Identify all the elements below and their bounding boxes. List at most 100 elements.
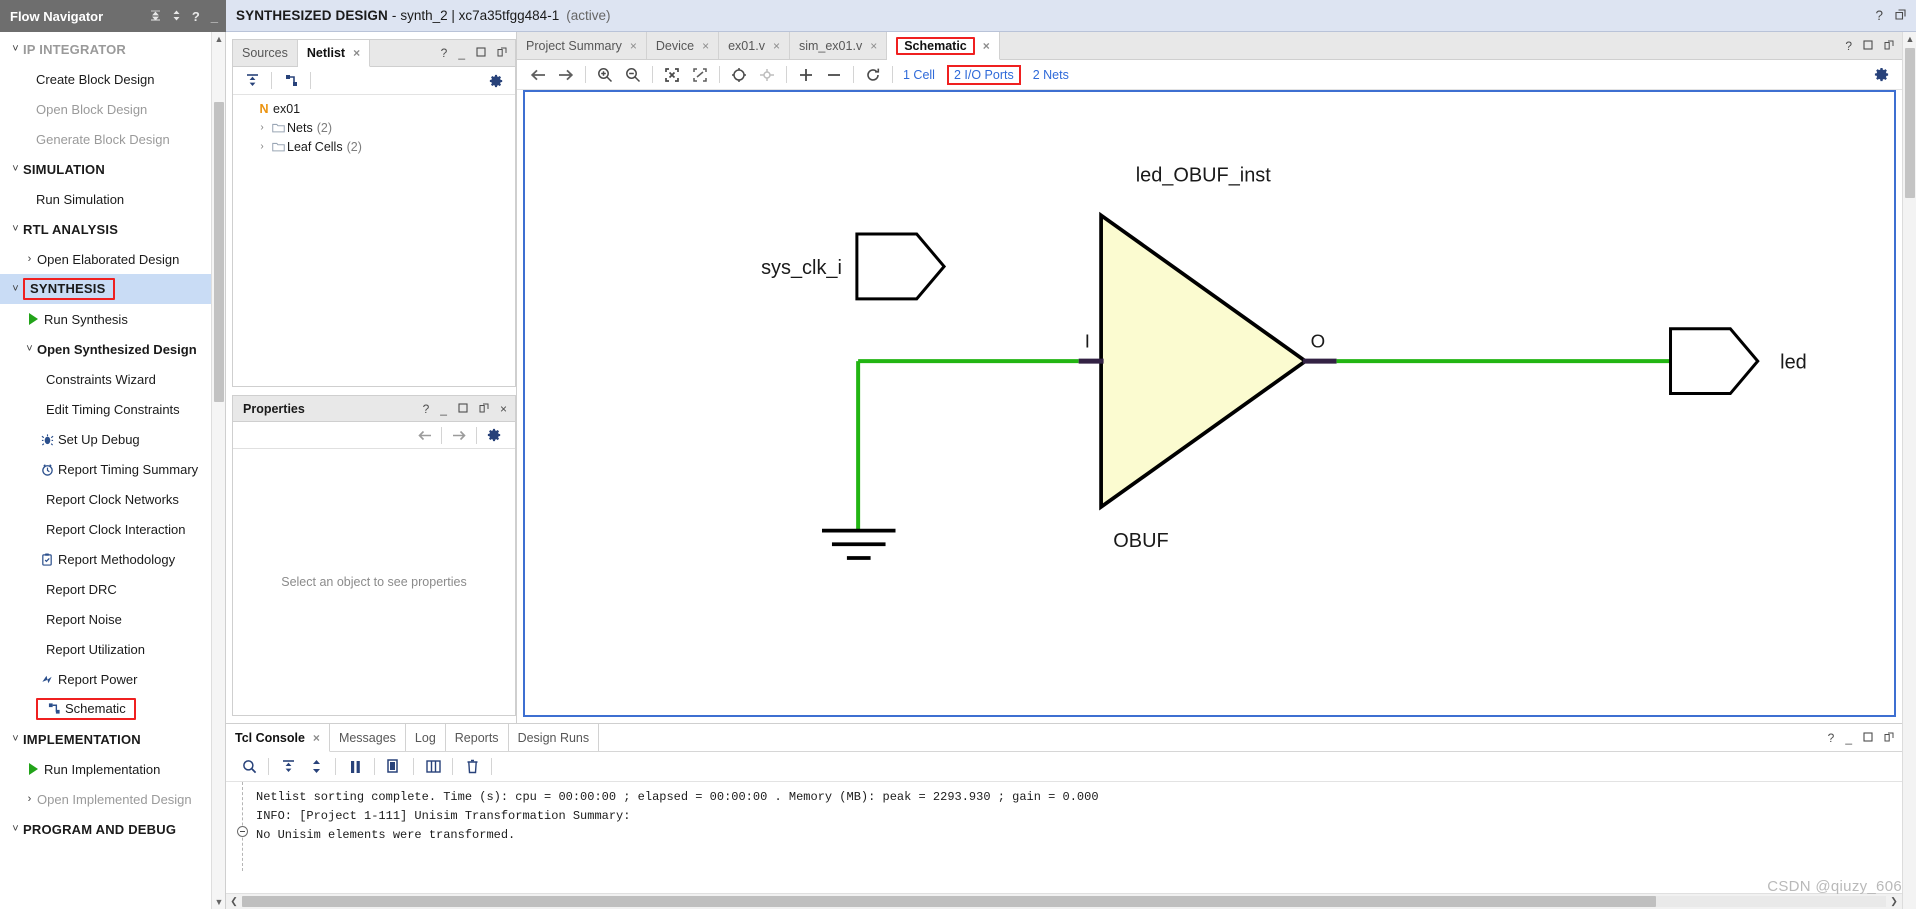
netlist-tree[interactable]: Nex01 › Nets (2) › Leaf Cells (2) xyxy=(233,95,515,386)
minimize-icon[interactable]: _ xyxy=(440,402,447,416)
gear-icon[interactable] xyxy=(1868,64,1894,86)
chevron-down-icon[interactable]: ˅ xyxy=(8,823,23,835)
flow-nav-item-rtl-analysis[interactable]: ˅ RTL ANALYSIS xyxy=(0,214,211,244)
tab-tcl-console[interactable]: Tcl Console × xyxy=(226,724,330,752)
columns-icon[interactable] xyxy=(420,756,446,778)
flow-nav-item-run-simulation[interactable]: Run Simulation xyxy=(0,184,211,214)
maximize-icon[interactable] xyxy=(458,402,468,416)
flow-nav-item-report-clock-interaction[interactable]: Report Clock Interaction xyxy=(0,514,211,544)
reload-icon[interactable] xyxy=(860,64,886,86)
netlist-tree-node[interactable]: › Nets (2) xyxy=(233,118,515,137)
hscroll-track[interactable] xyxy=(242,896,1886,907)
flow-nav-item-open-synthesized-design[interactable]: ˅ Open Synthesized Design xyxy=(0,334,211,364)
flow-nav-item-open-elaborated-design[interactable]: › Open Elaborated Design xyxy=(0,244,211,274)
flow-nav-item-create-block-design[interactable]: Create Block Design xyxy=(0,64,211,94)
zoom-in-icon[interactable] xyxy=(592,64,618,86)
tab-log[interactable]: Log xyxy=(406,724,446,751)
flow-nav-item-simulation[interactable]: ˅ SIMULATION xyxy=(0,154,211,184)
flow-nav-item-set-up-debug[interactable]: Set Up Debug xyxy=(0,424,211,454)
search-icon[interactable] xyxy=(236,756,262,778)
help-icon[interactable]: ? xyxy=(1828,731,1835,745)
gear-icon[interactable] xyxy=(483,70,509,92)
flow-nav-item-generate-block-design[interactable]: Generate Block Design xyxy=(0,124,211,154)
right-scroll-rail[interactable]: ▲ xyxy=(1902,32,1916,909)
maximize-icon[interactable] xyxy=(1863,731,1873,745)
collapse-all-icon[interactable] xyxy=(239,70,265,92)
trash-icon[interactable] xyxy=(459,756,485,778)
chevron-right-icon[interactable]: › xyxy=(22,253,37,265)
tab-netlist[interactable]: Netlist × xyxy=(297,40,371,67)
gear-icon[interactable] xyxy=(481,424,507,446)
netlist-tree-node[interactable]: › Leaf Cells (2) xyxy=(233,137,515,156)
scroll-down-arrow-icon[interactable]: ▼ xyxy=(212,895,225,909)
close-icon[interactable]: × xyxy=(630,39,637,53)
tab-schematic[interactable]: Schematic × xyxy=(887,32,1000,60)
obuf-cell-shape[interactable] xyxy=(1099,211,1309,511)
flow-nav-item-program-and-debug[interactable]: ˅ PROGRAM AND DEBUG xyxy=(0,814,211,844)
schematic-stat-2-i-o-ports[interactable]: 2 I/O Ports xyxy=(946,64,1021,85)
help-icon[interactable]: ? xyxy=(441,46,448,60)
minimize-icon[interactable]: _ xyxy=(211,10,218,23)
expand-all-icon[interactable] xyxy=(303,756,329,778)
flow-nav-item-schematic[interactable]: Schematic xyxy=(0,694,211,724)
chevron-down-icon[interactable]: ˅ xyxy=(8,733,23,745)
close-icon[interactable]: × xyxy=(870,39,877,53)
help-icon[interactable]: ? xyxy=(1875,8,1883,23)
arrow-right-icon[interactable] xyxy=(446,424,472,446)
zoom-area-icon[interactable] xyxy=(687,64,713,86)
float-icon[interactable] xyxy=(497,46,507,60)
flow-nav-item-open-implemented-design[interactable]: › Open Implemented Design xyxy=(0,784,211,814)
netlist-tree-node[interactable]: Nex01 xyxy=(233,99,515,118)
sort-icon[interactable] xyxy=(172,10,181,23)
schematic-icon[interactable] xyxy=(278,70,304,92)
tab-ex01-v[interactable]: ex01.v × xyxy=(719,32,790,59)
output-port-shape[interactable] xyxy=(1669,327,1760,396)
flow-nav-item-constraints-wizard[interactable]: Constraints Wizard xyxy=(0,364,211,394)
schematic-stat-1-cell[interactable]: 1 Cell xyxy=(903,68,935,82)
flow-nav-item-report-drc[interactable]: Report DRC xyxy=(0,574,211,604)
close-icon[interactable]: × xyxy=(702,39,709,53)
help-icon[interactable]: ? xyxy=(423,402,430,416)
close-icon[interactable]: × xyxy=(353,46,360,60)
add-cell-icon[interactable] xyxy=(793,64,819,86)
maximize-icon[interactable] xyxy=(476,46,486,60)
float-icon[interactable] xyxy=(1884,39,1894,53)
scroll-up-arrow-icon[interactable]: ▲ xyxy=(212,32,225,46)
flow-nav-item-report-utilization[interactable]: Report Utilization xyxy=(0,634,211,664)
back-arrow-icon[interactable] xyxy=(525,64,551,86)
zoom-fit-icon[interactable] xyxy=(659,64,685,86)
flow-nav-item-run-synthesis[interactable]: Run Synthesis xyxy=(0,304,211,334)
collapse-all-icon[interactable] xyxy=(150,10,161,23)
arrow-left-icon[interactable] xyxy=(411,424,437,446)
help-icon[interactable]: ? xyxy=(192,10,200,23)
scroll-up-arrow-icon[interactable]: ▲ xyxy=(1903,32,1916,46)
schematic-canvas[interactable]: sys_clk_i led_OBUF_inst OBUF I O led xyxy=(523,90,1896,717)
close-icon[interactable]: × xyxy=(773,39,780,53)
regenerate-layout-icon[interactable] xyxy=(726,64,752,86)
flow-nav-item-report-methodology[interactable]: Report Methodology xyxy=(0,544,211,574)
tab-messages[interactable]: Messages xyxy=(330,724,406,751)
schematic-stat-2-nets[interactable]: 2 Nets xyxy=(1033,68,1069,82)
flow-nav-item-ip-integrator[interactable]: ˅ IP INTEGRATOR xyxy=(0,34,211,64)
flow-nav-item-report-power[interactable]: Report Power xyxy=(0,664,211,694)
tab-device[interactable]: Device × xyxy=(647,32,720,59)
schematic-drawing[interactable]: sys_clk_i led_OBUF_inst OBUF I O led xyxy=(525,92,1894,715)
flow-nav-item-report-clock-networks[interactable]: Report Clock Networks xyxy=(0,484,211,514)
tab-design-runs[interactable]: Design Runs xyxy=(509,724,600,751)
flow-nav-item-implementation[interactable]: ˅ IMPLEMENTATION xyxy=(0,724,211,754)
forward-arrow-icon[interactable] xyxy=(553,64,579,86)
collapse-all-icon[interactable] xyxy=(275,756,301,778)
tab-sim-ex01-v[interactable]: sim_ex01.v × xyxy=(790,32,888,59)
help-icon[interactable]: ? xyxy=(1845,39,1852,53)
console-fold-toggle-icon[interactable] xyxy=(237,826,248,837)
flow-nav-item-edit-timing-constraints[interactable]: Edit Timing Constraints xyxy=(0,394,211,424)
console-hscrollbar[interactable]: ❮ ❯ xyxy=(226,893,1902,909)
flow-nav-item-run-implementation[interactable]: Run Implementation xyxy=(0,754,211,784)
chevron-right-icon[interactable]: › xyxy=(255,122,269,133)
console-output[interactable]: Netlist sorting complete. Time (s): cpu … xyxy=(226,782,1902,893)
scroll-left-arrow-icon[interactable]: ❮ xyxy=(226,896,242,907)
zoom-out-icon[interactable] xyxy=(620,64,646,86)
float-icon[interactable] xyxy=(479,402,489,416)
remove-cell-icon[interactable] xyxy=(821,64,847,86)
pause-icon[interactable] xyxy=(342,756,368,778)
